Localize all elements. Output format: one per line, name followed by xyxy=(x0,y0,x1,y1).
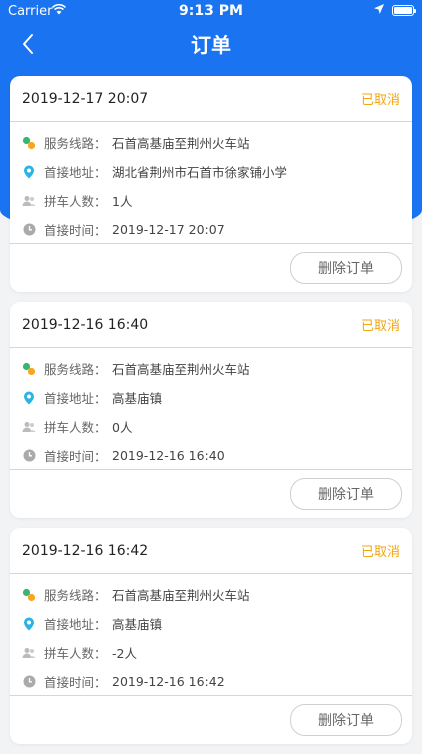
order-status-badge: 已取消 xyxy=(360,545,400,560)
passengers-label: 拼车人数： xyxy=(44,646,107,661)
status-bar: Carrier 9:13 PM xyxy=(0,0,422,22)
order-actions: 删除订单 xyxy=(10,696,412,744)
address-label: 首接地址： xyxy=(44,391,107,406)
passengers-value: 1人 xyxy=(112,194,133,209)
route-row: 服务线路： 石首高基庙至荆州火车站 xyxy=(22,128,400,157)
address-value: 高基庙镇 xyxy=(112,391,163,406)
pickup-time-label: 首接时间： xyxy=(44,449,107,464)
clock-icon xyxy=(22,675,36,689)
order-date: 2019-12-17 20:07 xyxy=(22,90,149,107)
order-status-badge: 已取消 xyxy=(360,93,400,108)
order-details: 服务线路： 石首高基庙至荆州火车站 首接地址： 高基庙镇 拼车人数： 0人 首接… xyxy=(10,348,412,470)
order-header: 2019-12-16 16:42 已取消 xyxy=(10,528,412,574)
navigation-bar: 订单 xyxy=(0,22,422,66)
pickup-time-value: 2019-12-17 20:07 xyxy=(112,222,225,237)
clock-icon xyxy=(22,449,36,463)
passengers-value: -2人 xyxy=(112,646,137,661)
order-list: 2019-12-17 20:07 已取消 服务线路： 石首高基庙至荆州火车站 首… xyxy=(10,76,412,754)
passengers-label: 拼车人数： xyxy=(44,420,107,435)
battery-icon xyxy=(392,5,416,16)
order-header: 2019-12-17 20:07 已取消 xyxy=(10,76,412,122)
location-arrow-icon xyxy=(374,3,384,17)
order-header: 2019-12-16 16:40 已取消 xyxy=(10,302,412,348)
location-pin-icon xyxy=(22,617,36,631)
location-pin-icon xyxy=(22,165,36,179)
passengers-row: 拼车人数： 1人 xyxy=(22,186,400,215)
passengers-row: 拼车人数： -2人 xyxy=(22,638,400,667)
route-value: 石首高基庙至荆州火车站 xyxy=(112,136,250,151)
pickup-time-label: 首接时间： xyxy=(44,675,107,690)
order-status-badge: 已取消 xyxy=(360,319,400,334)
route-label: 服务线路： xyxy=(44,362,107,377)
pickup-time-row: 首接时间： 2019-12-17 20:07 xyxy=(22,215,400,244)
order-date: 2019-12-16 16:40 xyxy=(22,316,149,333)
people-icon xyxy=(22,420,36,434)
route-icon xyxy=(22,588,36,602)
route-value: 石首高基庙至荆州火车站 xyxy=(112,362,250,377)
pickup-time-row: 首接时间： 2019-12-16 16:40 xyxy=(22,441,400,470)
order-date: 2019-12-16 16:42 xyxy=(22,542,149,559)
location-pin-icon xyxy=(22,391,36,405)
route-icon xyxy=(22,136,36,150)
passengers-row: 拼车人数： 0人 xyxy=(22,412,400,441)
pickup-time-label: 首接时间： xyxy=(44,223,107,238)
delete-order-button[interactable]: 删除订单 xyxy=(290,478,402,510)
pickup-time-value: 2019-12-16 16:42 xyxy=(112,674,225,689)
order-actions: 删除订单 xyxy=(10,244,412,292)
address-label: 首接地址： xyxy=(44,617,107,632)
address-row: 首接地址： 高基庙镇 xyxy=(22,383,400,412)
order-actions: 删除订单 xyxy=(10,470,412,518)
address-label: 首接地址： xyxy=(44,165,107,180)
clock-icon xyxy=(22,223,36,237)
address-value: 高基庙镇 xyxy=(112,617,163,632)
people-icon xyxy=(22,194,36,208)
clock-time: 9:13 PM xyxy=(179,3,243,19)
route-value: 石首高基庙至荆州火车站 xyxy=(112,588,250,603)
order-card[interactable]: 2019-12-17 20:07 已取消 服务线路： 石首高基庙至荆州火车站 首… xyxy=(10,76,412,292)
route-label: 服务线路： xyxy=(44,588,107,603)
address-row: 首接地址： 高基庙镇 xyxy=(22,609,400,638)
page-title: 订单 xyxy=(191,33,231,57)
pickup-time-row: 首接时间： 2019-12-16 16:42 xyxy=(22,667,400,696)
route-row: 服务线路： 石首高基庙至荆州火车站 xyxy=(22,580,400,609)
people-icon xyxy=(22,646,36,660)
route-label: 服务线路： xyxy=(44,136,107,151)
address-row: 首接地址： 湖北省荆州市石首市徐家铺小学 xyxy=(22,157,400,186)
delete-order-button[interactable]: 删除订单 xyxy=(290,704,402,736)
address-value: 湖北省荆州市石首市徐家铺小学 xyxy=(112,165,288,180)
order-card[interactable]: 2019-12-16 16:40 已取消 服务线路： 石首高基庙至荆州火车站 首… xyxy=(10,302,412,518)
delete-order-button[interactable]: 删除订单 xyxy=(290,252,402,284)
order-details: 服务线路： 石首高基庙至荆州火车站 首接地址： 高基庙镇 拼车人数： -2人 首… xyxy=(10,574,412,696)
route-row: 服务线路： 石首高基庙至荆州火车站 xyxy=(22,354,400,383)
route-icon xyxy=(22,362,36,376)
passengers-label: 拼车人数： xyxy=(44,194,107,209)
passengers-value: 0人 xyxy=(112,420,133,435)
order-details: 服务线路： 石首高基庙至荆州火车站 首接地址： 湖北省荆州市石首市徐家铺小学 拼… xyxy=(10,122,412,244)
order-card[interactable]: 2019-12-16 16:42 已取消 服务线路： 石首高基庙至荆州火车站 首… xyxy=(10,528,412,744)
pickup-time-value: 2019-12-16 16:40 xyxy=(112,448,225,463)
